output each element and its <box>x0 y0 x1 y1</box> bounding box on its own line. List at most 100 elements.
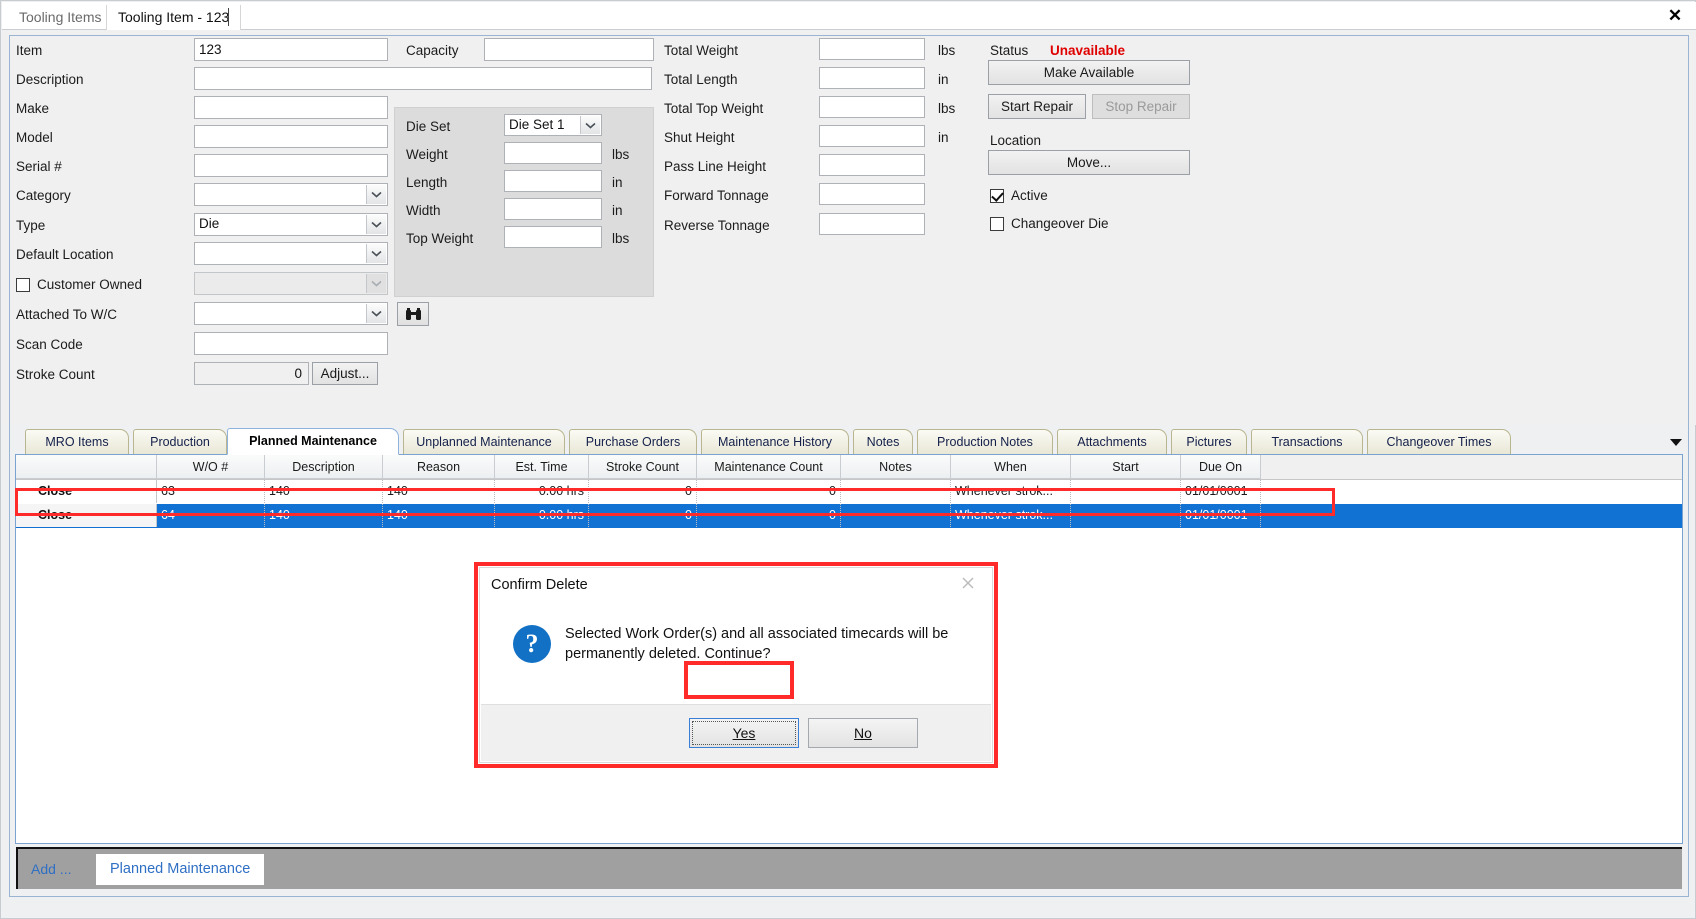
grid-header-start[interactable]: Start <box>1071 455 1181 479</box>
label-width: Width <box>406 203 441 218</box>
row-due-on[interactable]: 01/01/0001 <box>1181 504 1261 527</box>
scan-code-input[interactable] <box>194 332 388 355</box>
model-input[interactable] <box>194 125 388 148</box>
tab-production[interactable]: Production <box>133 429 227 455</box>
total-weight-input[interactable] <box>819 38 925 60</box>
default-location-combo[interactable] <box>194 242 388 265</box>
dialog-close-icon[interactable] <box>960 575 982 597</box>
table-row[interactable]: Close 64 140 140 0.00 hrs 0 0 Whenever s… <box>16 504 1682 528</box>
no-button[interactable]: No <box>808 718 918 748</box>
row-est-time[interactable]: 0.00 hrs <box>495 504 589 527</box>
grid-header-est-time[interactable]: Est. Time <box>495 455 589 479</box>
row-notes[interactable] <box>841 480 951 503</box>
adjust-button[interactable]: Adjust... <box>312 362 378 385</box>
row-description[interactable]: 140 <box>265 504 383 527</box>
forward-tonnage-input[interactable] <box>819 183 925 205</box>
total-length-input[interactable] <box>819 67 925 89</box>
attached-to-wc-combo[interactable] <box>194 302 388 325</box>
table-row[interactable]: Close 63 140 140 0.00 hrs 0 0 Whenever s… <box>16 480 1682 504</box>
pass-line-height-input[interactable] <box>819 154 925 176</box>
stroke-count-input[interactable] <box>194 362 309 385</box>
unit-total-top-weight: lbs <box>938 101 956 116</box>
row-reason[interactable]: 140 <box>383 480 495 503</box>
tab-changeover-times[interactable]: Changeover Times <box>1367 429 1511 455</box>
reverse-tonnage-input[interactable] <box>819 213 925 235</box>
tab-production-notes[interactable]: Production Notes <box>917 429 1053 455</box>
tab-mro-items[interactable]: MRO Items <box>25 429 129 455</box>
shut-height-input[interactable] <box>819 125 925 147</box>
row-wo[interactable]: 63 <box>157 480 265 503</box>
make-input[interactable] <box>194 96 388 119</box>
grid-header-action[interactable] <box>16 455 157 479</box>
tab-unplanned-maintenance[interactable]: Unplanned Maintenance <box>403 429 565 455</box>
chevron-down-icon[interactable] <box>366 185 386 204</box>
row-wo[interactable]: 64 <box>157 504 265 527</box>
tab-transactions[interactable]: Transactions <box>1251 429 1363 455</box>
close-icon[interactable]: ✕ <box>1662 4 1688 28</box>
row-action-close[interactable]: Close <box>16 480 157 503</box>
tab-pictures[interactable]: Pictures <box>1171 429 1247 455</box>
chevron-down-icon <box>366 274 386 293</box>
row-stroke-count[interactable]: 0 <box>589 504 697 527</box>
grid-header-notes[interactable]: Notes <box>841 455 951 479</box>
planned-maintenance-chip[interactable]: Planned Maintenance <box>96 854 265 885</box>
grid-header-when[interactable]: When <box>951 455 1071 479</box>
label-pass-line-height: Pass Line Height <box>664 159 767 174</box>
tab-maintenance-history[interactable]: Maintenance History <box>701 429 849 455</box>
make-available-button[interactable]: Make Available <box>988 60 1190 85</box>
yes-button[interactable]: Yes <box>689 718 799 748</box>
unit-top-weight: lbs <box>612 231 630 246</box>
row-action-close[interactable]: Close <box>16 504 157 527</box>
tab-overflow-chevron-down-icon[interactable] <box>1669 435 1683 449</box>
width-input[interactable] <box>504 198 602 220</box>
row-start[interactable] <box>1071 504 1181 527</box>
grid-header-wo[interactable]: W/O # <box>157 455 265 479</box>
serial-input[interactable] <box>194 154 388 177</box>
row-when[interactable]: Whenever strok... <box>951 504 1071 527</box>
tab-purchase-orders[interactable]: Purchase Orders <box>569 429 697 455</box>
tab-notes[interactable]: Notes <box>853 429 913 455</box>
item-input[interactable] <box>194 38 388 61</box>
add-link[interactable]: Add ... <box>31 861 71 877</box>
chevron-down-icon[interactable] <box>366 215 386 234</box>
grid-header-reason[interactable]: Reason <box>383 455 495 479</box>
tab-planned-maintenance[interactable]: Planned Maintenance <box>227 428 399 455</box>
tooling-item-form: Item Description Make Model Serial # Cat… <box>2 30 1696 425</box>
checkbox-box[interactable] <box>990 189 1004 203</box>
start-repair-button[interactable]: Start Repair <box>988 94 1086 119</box>
category-combo[interactable] <box>194 183 388 206</box>
attached-to-wc-lookup-button[interactable] <box>397 302 429 326</box>
top-weight-input[interactable] <box>504 226 602 248</box>
tab-attachments[interactable]: Attachments <box>1057 429 1167 455</box>
grid-header-stroke-count[interactable]: Stroke Count <box>589 455 697 479</box>
length-input[interactable] <box>504 170 602 192</box>
row-maintenance-count[interactable]: 0 <box>697 480 841 503</box>
grid-header-maintenance-count[interactable]: Maintenance Count <box>697 455 841 479</box>
row-due-on[interactable]: 01/01/0001 <box>1181 480 1261 503</box>
doc-tab-tooling-item-123[interactable]: Tooling Item - 123 <box>106 5 242 30</box>
chevron-down-icon[interactable] <box>366 304 386 323</box>
doc-tab-tooling-items[interactable]: Tooling Items <box>8 5 112 30</box>
grid-header-description[interactable]: Description <box>265 455 383 479</box>
chevron-down-icon[interactable] <box>580 116 600 134</box>
row-start[interactable] <box>1071 480 1181 503</box>
row-reason[interactable]: 140 <box>383 504 495 527</box>
row-description[interactable]: 140 <box>265 480 383 503</box>
row-est-time[interactable]: 0.00 hrs <box>495 480 589 503</box>
row-stroke-count[interactable]: 0 <box>589 480 697 503</box>
row-when[interactable]: Whenever strok... <box>951 480 1071 503</box>
row-notes[interactable] <box>841 504 951 527</box>
checkbox-box[interactable] <box>16 278 30 292</box>
description-input[interactable] <box>194 67 652 90</box>
capacity-input[interactable] <box>484 38 654 61</box>
checkbox-box[interactable] <box>990 217 1004 231</box>
weight-input[interactable] <box>504 142 602 164</box>
die-set-combo[interactable]: Die Set 1 <box>504 114 602 136</box>
label-reverse-tonnage: Reverse Tonnage <box>664 218 770 233</box>
move-button[interactable]: Move... <box>988 150 1190 175</box>
total-top-weight-input[interactable] <box>819 96 925 118</box>
grid-header-due-on[interactable]: Due On <box>1181 455 1261 479</box>
type-combo[interactable]: Die <box>194 213 388 236</box>
chevron-down-icon[interactable] <box>366 244 386 263</box>
row-maintenance-count[interactable]: 0 <box>697 504 841 527</box>
